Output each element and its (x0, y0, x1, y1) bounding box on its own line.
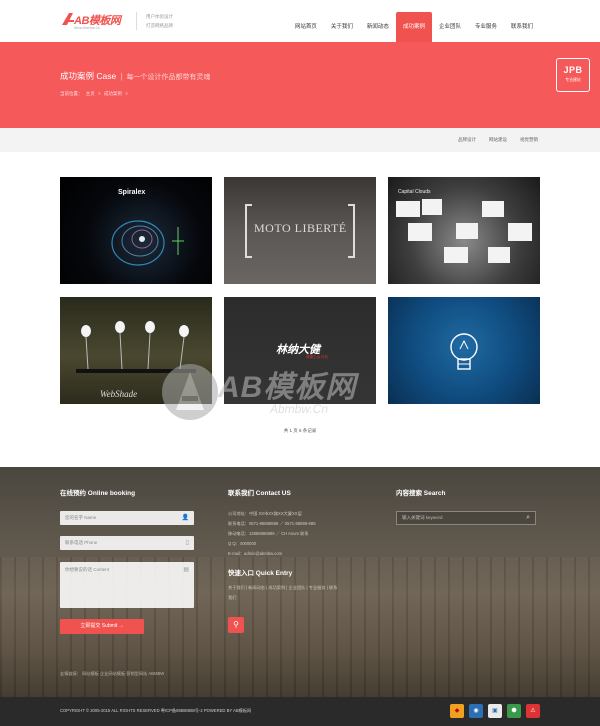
contact-address: 公司地址：中国 XX市XX路XX大厦XX层 (228, 511, 302, 516)
nav-item-contact[interactable]: 联系我们 (504, 12, 540, 42)
cert-trust-icon[interactable]: ▣ (488, 704, 502, 718)
main-nav: 网站首页 关于我们 新闻动态 成功案例 企业团队 专业服务 联系我们 (288, 12, 540, 42)
phone-input[interactable]: 联系电话 Phone ▯ (60, 536, 194, 550)
tile-label-webshade: WebShade (100, 389, 138, 399)
title-separator: | (120, 71, 123, 81)
cert-shield-icon[interactable]: ◆ (450, 704, 464, 718)
nav-item-services[interactable]: 专业服务 (468, 12, 504, 42)
search-section: 内容搜索 Search (396, 487, 446, 497)
cert-police-icon[interactable]: ◉ (469, 704, 483, 718)
breadcrumb-current[interactable]: 成功案例 (104, 91, 122, 96)
map-pin-button[interactable]: ⚲ (228, 617, 244, 633)
comment-icon: ▤ (183, 567, 189, 573)
search-input[interactable]: 输入关键词 keyword ⌕ (396, 511, 536, 525)
category-web-building[interactable]: 网站建设 (489, 128, 507, 152)
logo-divider (136, 12, 137, 30)
watermark-subtext: Abmbw.Cn (270, 402, 329, 416)
contact-email[interactable]: E-mail：admin@abmbw.com (228, 549, 337, 559)
case-tile-motto[interactable]: MOTO LIBERTÉ (224, 177, 376, 284)
category-strip: 品牌设计 网站建设 视觉营销 (0, 128, 600, 152)
map-pin-icon: ⚲ (233, 620, 239, 629)
nav-item-about[interactable]: 关于我们 (324, 12, 360, 42)
slogan-line-2: 打造网络品牌 (146, 23, 173, 28)
logo[interactable]: AB模板网 Www.Abmbw.Cn (60, 11, 140, 33)
contact-mobile: 移动电话：13888888888 ／ CH Anum 联系 (228, 531, 309, 536)
nav-item-cases[interactable]: 成功案例 (395, 12, 432, 42)
breadcrumb: 当前位置： 主页 > 成功案例 > (60, 91, 130, 97)
contact-title: 联系我们 Contact US (228, 490, 291, 497)
content-textarea[interactable]: 你想要说的话 Content ▤ (60, 562, 194, 608)
quick-links-row2: 我们 (228, 593, 337, 603)
page-subtitle: 每一个设计作品都带有灵魂 (126, 74, 211, 81)
copyright: COPYRIGHT © 2005-2015 ALL RIGHTS RESERVE… (60, 708, 252, 713)
friend-links[interactable]: 友情链接： 网站模板 企业网站模板 营销型网站 ABMBW (60, 671, 164, 677)
contact-qq: Q Q：4000000 (228, 541, 257, 546)
cert-alert-icon[interactable]: ⚠ (526, 704, 540, 718)
booking-section: 在线预约 Online booking (60, 487, 135, 497)
case-tile-capital-clouds[interactable]: Capital Clouds (388, 177, 540, 284)
nav-item-home[interactable]: 网站首页 (288, 12, 324, 42)
quick-link-us[interactable]: 我们 (228, 595, 236, 600)
slogan-line-1: 用户体验设计 (146, 14, 173, 19)
contact-section: 联系我们 Contact US 公司地址：中国 XX市XX路XX大厦XX层 联系… (228, 487, 337, 603)
search-icon[interactable]: ⌕ (526, 512, 530, 524)
tile-label-motto: MOTO LIBERTÉ (254, 221, 347, 235)
site-footer: 在线预约 Online booking 您的名字 Name 👤 联系电话 Pho… (0, 467, 600, 697)
cert-green-icon[interactable]: ⬢ (507, 704, 521, 718)
quick-link-contact[interactable]: 联系 (329, 585, 337, 590)
name-placeholder: 您的名字 Name (65, 515, 97, 520)
quick-link-team[interactable]: 企业团队 (289, 585, 306, 590)
quick-link-news[interactable]: 新闻动态 (248, 585, 265, 590)
contact-lines: 公司地址：中国 XX市XX路XX大厦XX层 联系电话：0571-88888888… (228, 509, 337, 559)
quick-links: 关于我们 | 新闻动态 | 成功案例 | 企业团队 | 专业服务 | 联系 (228, 585, 338, 590)
badge-title: JPB (563, 65, 583, 75)
quick-link-cases[interactable]: 成功案例 (268, 585, 285, 590)
quick-link-about[interactable]: 关于我们 (228, 585, 245, 590)
breadcrumb-home[interactable]: 主页 (86, 91, 95, 96)
page-title: 成功案例 Case | 每一个设计作品都带有灵魂 (60, 70, 210, 82)
name-input[interactable]: 您的名字 Name 👤 (60, 511, 194, 525)
watermark-text: AB模板网 (218, 371, 357, 404)
tile-label-spiralex: Spiralex (118, 189, 146, 196)
cert-badges: ◆ ◉ ▣ ⬢ ⚠ (445, 704, 540, 718)
page-title-text: 成功案例 Case (60, 71, 117, 81)
badge-caption: 专业建站 (565, 78, 581, 82)
page-banner: 成功案例 Case | 每一个设计作品都带有灵魂 当前位置： 主页 > 成功案例 >… (0, 42, 600, 128)
quick-entry-title: 快速入口 Quick Entry (228, 570, 293, 577)
case-tile-spiralex[interactable]: Spiralex (60, 177, 212, 284)
category-visual-marketing[interactable]: 视觉营销 (520, 128, 538, 152)
slogan: 用户体验设计 打造网络品牌 (146, 12, 173, 30)
bottom-bar: COPYRIGHT © 2005-2015 ALL RIGHTS RESERVE… (0, 697, 600, 726)
logo-subtext: Www.Abmbw.Cn (74, 26, 101, 30)
jpb-badge[interactable]: JPB 专业建站 (556, 58, 590, 92)
breadcrumb-sep-2: > (125, 91, 128, 96)
nav-item-news[interactable]: 新闻动态 (360, 12, 396, 42)
quick-link-services[interactable]: 专业服务 (309, 585, 326, 590)
phone-icon: ▯ (185, 540, 189, 546)
phone-placeholder: 联系电话 Phone (65, 540, 98, 545)
contact-phone: 联系电话：0571-88888888 ／ 0571-88888-888 (228, 521, 316, 526)
submit-button[interactable]: 立即提交 Submit → (60, 619, 144, 634)
breadcrumb-sep: > (98, 91, 101, 96)
category-brand-design[interactable]: 品牌设计 (458, 128, 476, 152)
nav-item-team[interactable]: 企业团队 (432, 12, 468, 42)
booking-title: 在线预约 Online booking (60, 490, 136, 497)
breadcrumb-label: 当前位置： (60, 91, 83, 96)
category-nav: 品牌设计 网站建设 视觉营销 (445, 128, 538, 152)
search-title: 内容搜索 Search (396, 490, 446, 497)
search-placeholder: 输入关键词 keyword (402, 515, 443, 520)
user-icon: 👤 (181, 515, 189, 521)
watermark: AB模板网 Abmbw.Cn (160, 348, 460, 438)
content-placeholder: 你想要说的话 Content (65, 567, 110, 572)
pagination: 共 1 页 6 条记录 (283, 428, 317, 433)
tile-label-capital: Capital Clouds (398, 189, 431, 195)
site-header: AB模板网 Www.Abmbw.Cn 用户体验设计 打造网络品牌 网站首页 关于… (0, 0, 600, 42)
